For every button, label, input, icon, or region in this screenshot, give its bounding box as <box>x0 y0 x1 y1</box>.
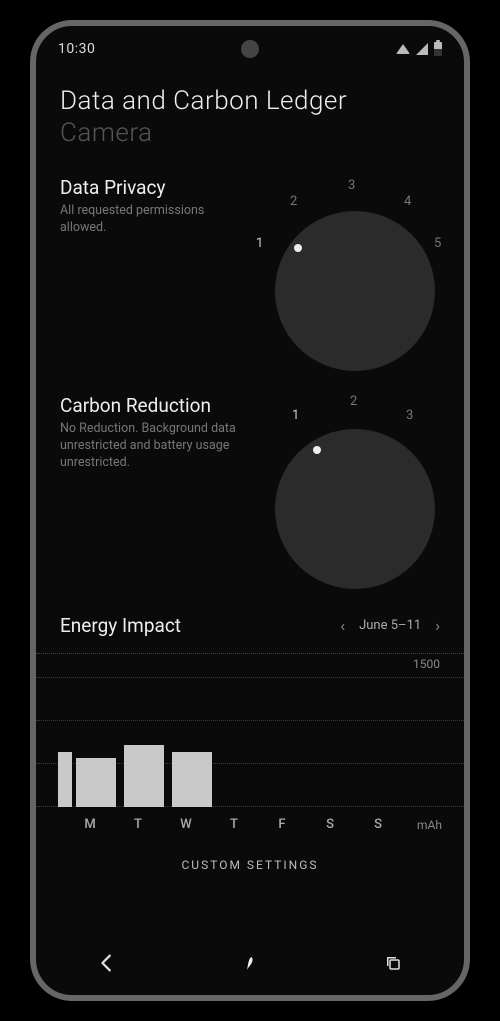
day-label: F <box>262 817 302 832</box>
energy-chart: 1500 MTWTFSSmAh <box>36 653 464 832</box>
camera-cutout <box>241 40 259 58</box>
page-subtitle: Camera <box>60 118 440 148</box>
dial-label: 1 <box>256 236 263 251</box>
dial-label: 5 <box>434 236 441 251</box>
custom-settings-button[interactable]: CUSTOM SETTINGS <box>181 858 318 872</box>
day-label: M <box>70 817 110 832</box>
date-prev-button[interactable]: ‹ <box>340 616 345 635</box>
dial-label: 3 <box>348 178 355 193</box>
energy-title: Energy Impact <box>60 614 181 637</box>
day-label: S <box>358 817 398 832</box>
back-button[interactable] <box>37 952 178 974</box>
dial-label: 2 <box>350 394 357 409</box>
energy-unit: mAh <box>417 818 442 832</box>
nav-bar <box>36 931 464 995</box>
battery-icon <box>434 42 442 56</box>
carbon-desc: No Reduction. Background data unrestrict… <box>60 421 240 472</box>
day-label: S <box>310 817 350 832</box>
recents-button[interactable] <box>322 954 463 972</box>
dial-label: 3 <box>406 408 413 423</box>
home-button[interactable] <box>179 954 320 972</box>
date-range: June 5–11 <box>359 618 421 633</box>
dial-label: 2 <box>290 194 297 209</box>
signal-icon <box>416 43 428 55</box>
status-right <box>396 42 442 56</box>
bar <box>172 752 212 807</box>
wifi-icon <box>396 44 410 54</box>
privacy-dial[interactable]: 1 2 3 4 5 <box>250 176 440 366</box>
ymax-label: 1500 <box>413 657 440 671</box>
privacy-desc: All requested permissions allowed. <box>60 203 240 237</box>
page-title: Data and Carbon Ledger <box>60 86 440 116</box>
date-next-button[interactable]: › <box>435 616 440 635</box>
dial-label: 4 <box>404 194 411 209</box>
bar <box>76 758 116 807</box>
status-time: 10:30 <box>58 41 95 57</box>
privacy-title: Data Privacy <box>60 176 240 199</box>
day-label: T <box>118 817 158 832</box>
status-bar: 10:30 <box>36 26 464 72</box>
day-label: W <box>166 817 206 832</box>
bar <box>58 752 72 807</box>
carbon-dial[interactable]: 1 2 3 <box>250 394 440 584</box>
carbon-title: Carbon Reduction <box>60 394 240 417</box>
dial-label: 1 <box>292 408 299 423</box>
bar <box>124 745 164 807</box>
day-label: T <box>214 817 254 832</box>
